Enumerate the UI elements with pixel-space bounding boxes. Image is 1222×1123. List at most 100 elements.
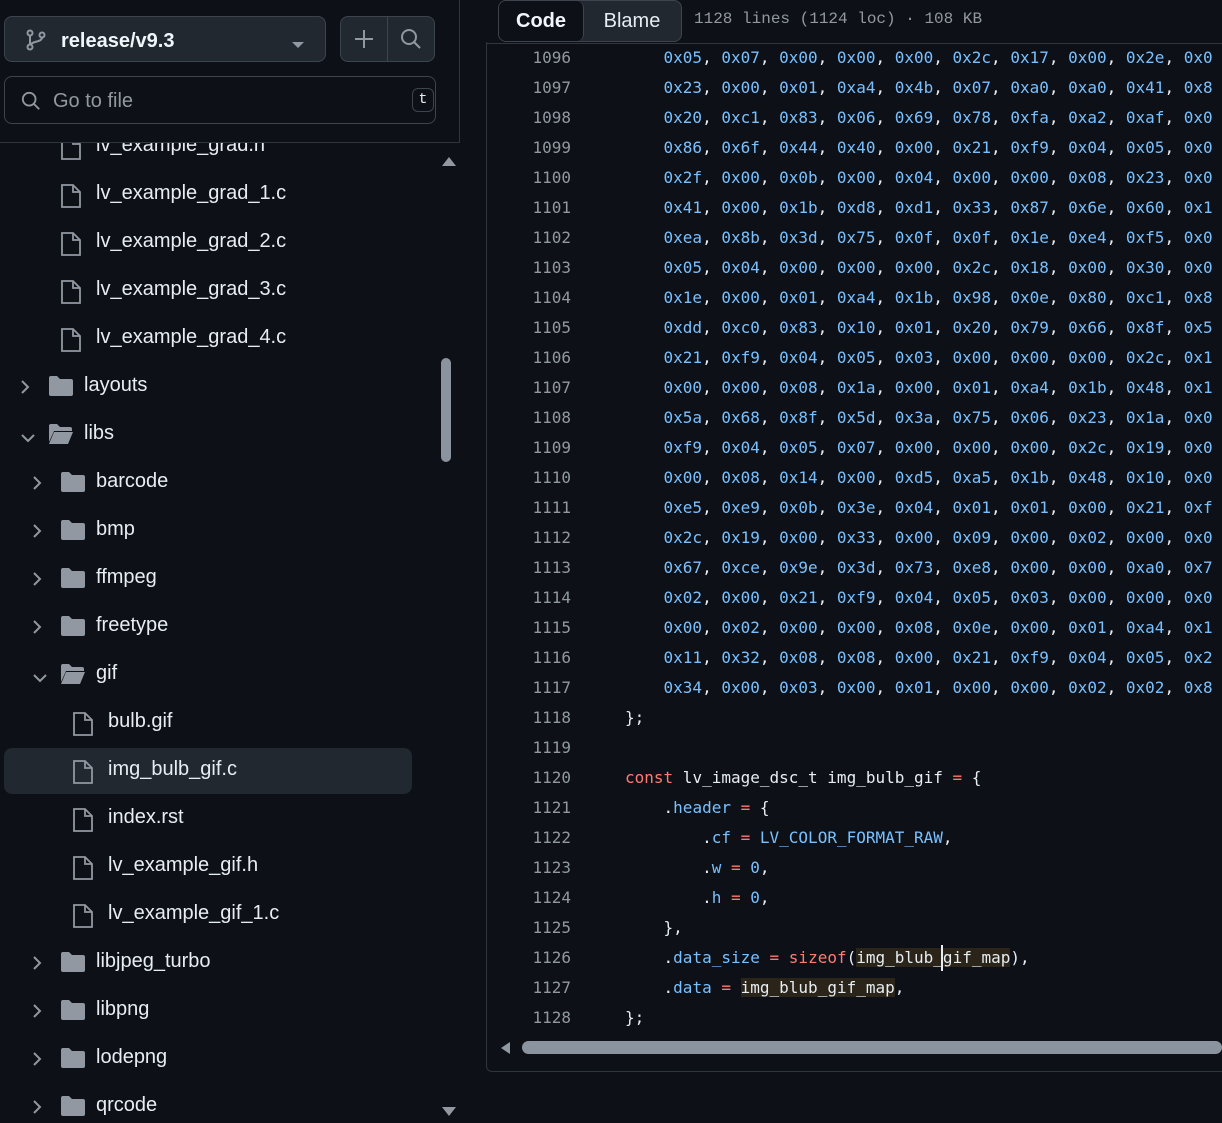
code-line: 1098 0x20, 0xc1, 0x83, 0x06, 0x69, 0x78,… (487, 103, 1222, 133)
tree-item-label: lv_example_grad_1.c (96, 182, 287, 204)
tree-item-label: bmp (96, 518, 135, 540)
tree-file-lv_example_gif_1.c[interactable]: lv_example_gif_1.c (4, 892, 412, 938)
code-scroll-thumb[interactable] (522, 1041, 1222, 1054)
tab-blame[interactable]: Blame (583, 1, 681, 41)
code-line: 1116 0x11, 0x32, 0x08, 0x08, 0x00, 0x21,… (487, 643, 1222, 673)
line-number[interactable]: 1100 (487, 163, 571, 193)
code-horizontal-scrollbar[interactable] (487, 1033, 1222, 1063)
tree-folder-lodepng[interactable]: lodepng (4, 1036, 412, 1082)
code-line: 1117 0x34, 0x00, 0x03, 0x00, 0x01, 0x00,… (487, 673, 1222, 703)
chevron-down-icon[interactable] (32, 670, 48, 688)
line-number[interactable]: 1114 (487, 583, 571, 613)
tree-folder-bmp[interactable]: bmp (4, 508, 412, 554)
chevron-right-icon[interactable] (32, 571, 42, 592)
go-to-file-input[interactable] (51, 85, 395, 117)
line-number[interactable]: 1115 (487, 613, 571, 643)
line-number[interactable]: 1096 (487, 44, 571, 73)
search-button[interactable] (400, 28, 422, 55)
line-number[interactable]: 1122 (487, 823, 571, 853)
line-number[interactable]: 1105 (487, 313, 571, 343)
chevron-right-icon[interactable] (32, 1051, 42, 1072)
code-text: .data_size = sizeof(img_blub_gif_map), (625, 948, 1030, 967)
go-to-file-box[interactable]: t (4, 76, 436, 124)
tree-file-lv_example_grad.h[interactable]: lv_example_grad.h (4, 143, 412, 170)
line-number[interactable]: 1103 (487, 253, 571, 283)
tree-folder-libs[interactable]: libs (4, 412, 412, 458)
line-number[interactable]: 1099 (487, 133, 571, 163)
scroll-left-arrow-icon[interactable] (499, 1041, 511, 1060)
tree-file-index.rst[interactable]: index.rst (4, 796, 412, 842)
line-number[interactable]: 1109 (487, 433, 571, 463)
chevron-down-icon[interactable] (20, 430, 36, 448)
chevron-right-icon[interactable] (32, 955, 42, 976)
line-number[interactable]: 1119 (487, 733, 571, 763)
chevron-right-icon[interactable] (20, 379, 30, 400)
line-number[interactable]: 1125 (487, 913, 571, 943)
file-icon (72, 807, 94, 838)
branch-selector-button[interactable]: release/v9.3 (4, 16, 326, 62)
tree-file-lv_example_grad_3.c[interactable]: lv_example_grad_3.c (4, 268, 412, 314)
sidebar-scroll-thumb[interactable] (441, 358, 451, 462)
code-line: 1097 0x23, 0x00, 0x01, 0xa4, 0x4b, 0x07,… (487, 73, 1222, 103)
chevron-right-icon[interactable] (32, 523, 42, 544)
line-number[interactable]: 1107 (487, 373, 571, 403)
line-number[interactable]: 1118 (487, 703, 571, 733)
tree-file-bulb.gif[interactable]: bulb.gif (4, 700, 412, 746)
tree-file-lv_example_grad_1.c[interactable]: lv_example_grad_1.c (4, 172, 412, 218)
line-number[interactable]: 1121 (487, 793, 571, 823)
tree-folder-libjpeg_turbo[interactable]: libjpeg_turbo (4, 940, 412, 986)
line-number[interactable]: 1102 (487, 223, 571, 253)
line-number[interactable]: 1106 (487, 343, 571, 373)
git-branch-icon (25, 29, 47, 56)
tab-code[interactable]: Code (499, 1, 584, 41)
add-file-button[interactable] (353, 28, 375, 55)
line-number[interactable]: 1128 (487, 1003, 571, 1033)
line-number[interactable]: 1111 (487, 493, 571, 523)
line-number[interactable]: 1112 (487, 523, 571, 553)
tree-file-lv_example_gif.h[interactable]: lv_example_gif.h (4, 844, 412, 890)
tree-file-lv_example_grad_2.c[interactable]: lv_example_grad_2.c (4, 220, 412, 266)
line-number[interactable]: 1124 (487, 883, 571, 913)
chevron-right-icon[interactable] (32, 1099, 42, 1119)
tree-folder-gif[interactable]: gif (4, 652, 412, 698)
tree-item-label: freetype (96, 614, 169, 636)
line-number[interactable]: 1108 (487, 403, 571, 433)
line-number[interactable]: 1127 (487, 973, 571, 1003)
tree-folder-ffmpeg[interactable]: ffmpeg (4, 556, 412, 602)
code-text: const lv_image_dsc_t img_bulb_gif = { (625, 768, 982, 787)
line-number[interactable]: 1104 (487, 283, 571, 313)
tree-folder-libpng[interactable]: libpng (4, 988, 412, 1034)
sidebar-header: release/v9.3 t (0, 0, 459, 143)
chevron-right-icon[interactable] (32, 619, 42, 640)
tree-folder-freetype[interactable]: freetype (4, 604, 412, 650)
code-text: }; (625, 708, 645, 727)
tree-file-lv_example_grad_4.c[interactable]: lv_example_grad_4.c (4, 316, 412, 362)
chevron-right-icon[interactable] (32, 475, 42, 496)
line-number[interactable]: 1123 (487, 853, 571, 883)
line-number[interactable]: 1113 (487, 553, 571, 583)
line-number[interactable]: 1117 (487, 673, 571, 703)
line-number[interactable]: 1101 (487, 193, 571, 223)
code-viewer[interactable]: 1096 0x05, 0x07, 0x00, 0x00, 0x00, 0x2c,… (487, 43, 1222, 1034)
file-icon (60, 279, 82, 310)
chevron-right-icon[interactable] (32, 1003, 42, 1024)
tree-file-img_bulb_gif.c[interactable]: img_bulb_gif.c (4, 748, 412, 794)
line-number[interactable]: 1126 (487, 943, 571, 973)
scroll-up-arrow-icon[interactable] (441, 154, 457, 172)
code-line: 1103 0x05, 0x04, 0x00, 0x00, 0x00, 0x2c,… (487, 253, 1222, 283)
sidebar-scrollbar[interactable] (436, 143, 460, 1119)
line-number[interactable]: 1116 (487, 643, 571, 673)
line-number[interactable]: 1120 (487, 763, 571, 793)
code-text: .w = 0, (625, 858, 770, 877)
line-number[interactable]: 1110 (487, 463, 571, 493)
scroll-down-arrow-icon[interactable] (441, 1105, 457, 1123)
line-number[interactable]: 1097 (487, 73, 571, 103)
tree-folder-qrcode[interactable]: qrcode (4, 1084, 412, 1119)
file-icon (72, 903, 94, 934)
tree-folder-barcode[interactable]: barcode (4, 460, 412, 506)
tree-folder-layouts[interactable]: layouts (4, 364, 412, 410)
code-line: 1127 .data = img_blub_gif_map, (487, 973, 1222, 1003)
code-text: 0x05, 0x07, 0x00, 0x00, 0x00, 0x2c, 0x17… (625, 48, 1213, 67)
code-text: 0x5a, 0x68, 0x8f, 0x5d, 0x3a, 0x75, 0x06… (625, 408, 1213, 427)
line-number[interactable]: 1098 (487, 103, 571, 133)
